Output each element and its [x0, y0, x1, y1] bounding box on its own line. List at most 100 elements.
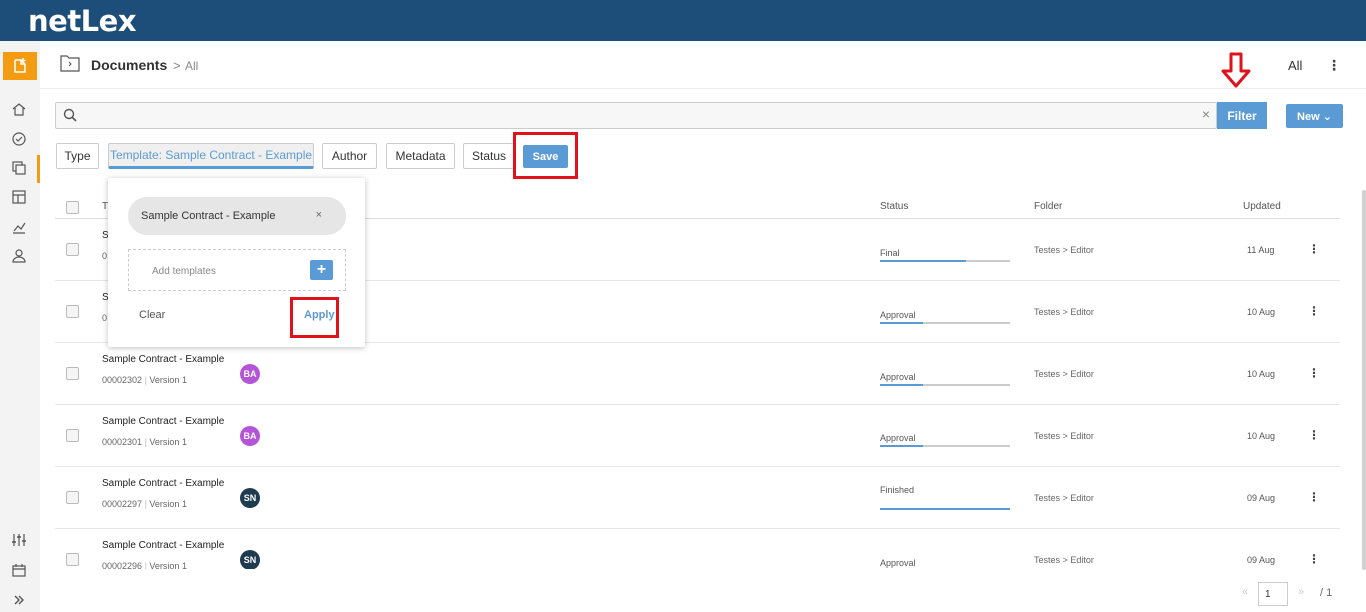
filter-button[interactable]: Filter: [1217, 102, 1267, 129]
highlight-save: [513, 132, 578, 179]
document-title[interactable]: Sample Contract - Example: [102, 540, 224, 551]
folder-icon: [60, 55, 80, 77]
filter-chip-type[interactable]: Type: [56, 143, 99, 169]
updated-date: 10 Aug: [1247, 369, 1276, 379]
row-checkbox[interactable]: [66, 553, 79, 566]
row-checkbox[interactable]: [66, 305, 79, 318]
document-id: 00002296: [102, 561, 143, 569]
document-version: Version 1: [149, 499, 187, 509]
page-number-input[interactable]: [1258, 582, 1288, 606]
document-title[interactable]: Sample Contract - Example: [102, 416, 224, 427]
selected-template-pill[interactable]: Sample Contract - Example ×: [128, 197, 346, 235]
document-title[interactable]: Sample Contract - Example: [102, 354, 224, 365]
new-document-icon[interactable]: [3, 52, 37, 80]
folder-path[interactable]: Testes > Editor: [1034, 431, 1094, 441]
select-all-checkbox[interactable]: [66, 201, 79, 214]
row-checkbox[interactable]: [66, 429, 79, 442]
row-more-icon[interactable]: ⋮: [1308, 367, 1320, 379]
status-progress-fill: [880, 260, 966, 262]
folder-path[interactable]: Testes > Editor: [1034, 555, 1094, 565]
folder-name: Testes: [1034, 555, 1061, 565]
document-version: Version 1: [149, 561, 187, 569]
status-label: Approval: [880, 433, 916, 443]
author-avatar[interactable]: SN: [240, 488, 260, 508]
status-progress-fill: [880, 384, 923, 386]
annotation-arrow-icon: [1220, 52, 1252, 93]
dashboard-icon[interactable]: [8, 128, 30, 150]
filter-chip-template[interactable]: Template: Sample Contract - Example: [108, 143, 314, 169]
updated-date: 10 Aug: [1247, 307, 1276, 317]
view-selector[interactable]: All: [1288, 58, 1302, 73]
folder-name: Testes: [1034, 307, 1061, 317]
add-templates-placeholder: Add templates: [152, 266, 216, 277]
row-more-icon[interactable]: ⋮: [1308, 553, 1320, 565]
status-progress-fill: [880, 445, 923, 447]
folder-separator: >: [1062, 307, 1068, 317]
meta-separator: |: [144, 499, 147, 509]
filter-chip-status[interactable]: Status: [463, 143, 515, 169]
breadcrumb-all[interactable]: All: [185, 59, 198, 73]
table-row[interactable]: Sample Contract - Example 00002301 | Ver…: [55, 405, 1340, 467]
document-meta: 00002302 | Version 1: [102, 375, 187, 385]
subfolder-name: Editor: [1070, 369, 1094, 379]
status-label: Finished: [880, 485, 915, 495]
column-header-folder[interactable]: Folder: [1034, 201, 1062, 212]
search-box: ×: [55, 102, 1217, 129]
remove-template-icon[interactable]: ×: [316, 209, 322, 221]
status-progress-fill: [880, 322, 923, 324]
clear-button[interactable]: Clear: [139, 309, 165, 321]
row-more-icon[interactable]: ⋮: [1308, 243, 1320, 255]
new-button[interactable]: New ⌄: [1286, 104, 1343, 128]
column-header-updated[interactable]: Updated: [1243, 201, 1281, 212]
prev-page-icon[interactable]: «: [1242, 586, 1248, 598]
filter-chip-metadata[interactable]: Metadata: [386, 143, 455, 169]
page-title: Documents: [91, 57, 168, 73]
folder-path[interactable]: Testes > Editor: [1034, 245, 1094, 255]
templates-icon[interactable]: [8, 186, 30, 208]
more-options-icon[interactable]: ⋮: [1327, 58, 1341, 72]
row-more-icon[interactable]: ⋮: [1308, 491, 1320, 503]
table-row[interactable]: Sample Contract - Example 00002302 | Ver…: [55, 343, 1340, 405]
document-meta: 00002296 | Version 1: [102, 561, 187, 569]
row-more-icon[interactable]: ⋮: [1308, 429, 1320, 441]
document-id: 00002301: [102, 437, 143, 447]
document-id: 0: [102, 251, 108, 261]
author-avatar[interactable]: BA: [240, 364, 260, 384]
highlight-apply: [290, 297, 339, 338]
row-checkbox[interactable]: [66, 367, 79, 380]
folder-path[interactable]: Testes > Editor: [1034, 493, 1094, 503]
column-header-status[interactable]: Status: [880, 201, 908, 212]
table-row[interactable]: Sample Contract - Example 00002297 | Ver…: [55, 467, 1340, 529]
folder-path[interactable]: Testes > Editor: [1034, 369, 1094, 379]
calendar-icon[interactable]: [8, 559, 30, 581]
clear-search-icon[interactable]: ×: [1202, 106, 1210, 122]
row-checkbox[interactable]: [66, 491, 79, 504]
row-more-icon[interactable]: ⋮: [1308, 305, 1320, 317]
user-icon[interactable]: [8, 245, 30, 267]
home-icon[interactable]: [8, 98, 30, 120]
table-row[interactable]: Sample Contract - Example 00002296 | Ver…: [55, 529, 1340, 569]
status-progress: [880, 260, 1010, 262]
author-avatar[interactable]: BA: [240, 426, 260, 446]
expand-sidebar-icon[interactable]: [8, 589, 30, 611]
settings-sliders-icon[interactable]: [8, 529, 30, 551]
search-input[interactable]: [84, 106, 1184, 126]
scrollbar[interactable]: [1362, 190, 1366, 570]
add-template-plus-icon[interactable]: +: [310, 260, 333, 280]
netlex-logo[interactable]: netLex: [28, 4, 137, 38]
document-title[interactable]: Sample Contract - Example: [102, 478, 224, 489]
document-version: Version 1: [149, 375, 187, 385]
folder-path[interactable]: Testes > Editor: [1034, 307, 1094, 317]
reports-icon[interactable]: [8, 216, 30, 238]
next-page-icon[interactable]: »: [1298, 586, 1304, 598]
add-templates-field[interactable]: Add templates +: [128, 249, 346, 291]
status-progress: [880, 445, 1010, 447]
folder-separator: >: [1062, 245, 1068, 255]
folder-name: Testes: [1034, 369, 1061, 379]
filter-chip-author[interactable]: Author: [322, 143, 377, 169]
status-label: Approval: [880, 372, 916, 382]
documents-icon[interactable]: [8, 157, 30, 179]
row-checkbox[interactable]: [66, 243, 79, 256]
author-avatar[interactable]: SN: [240, 550, 260, 569]
status-progress: [880, 508, 1010, 510]
